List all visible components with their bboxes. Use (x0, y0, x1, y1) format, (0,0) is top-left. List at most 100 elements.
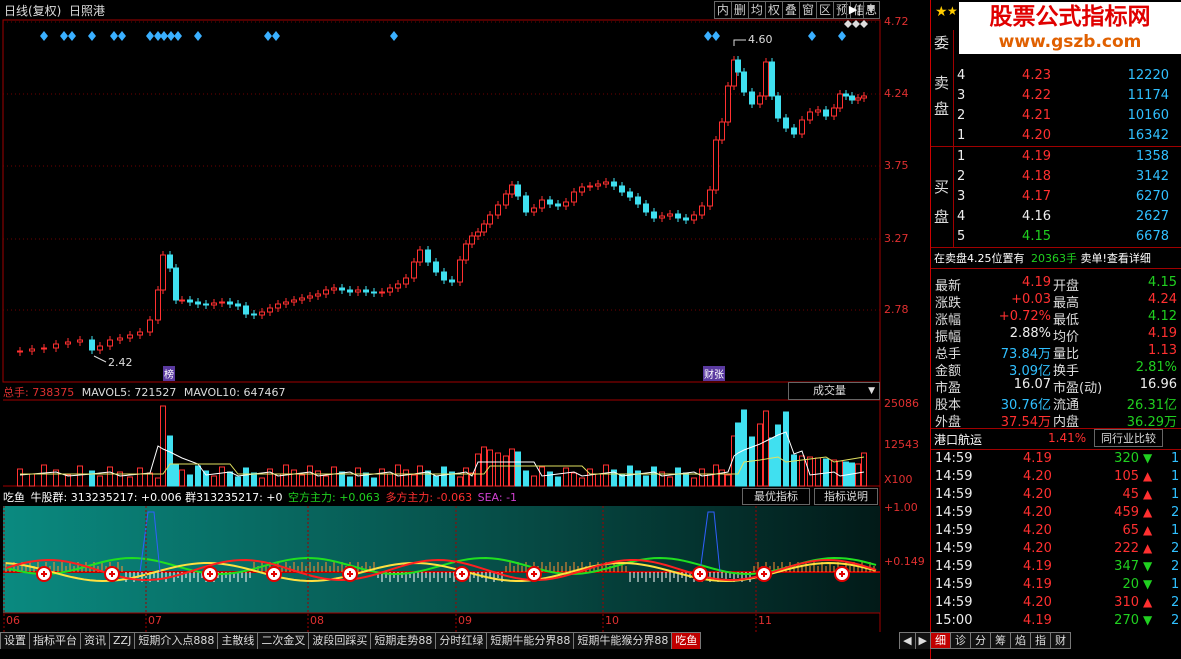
signal-diamond (838, 31, 846, 41)
tab-quote-detail[interactable]: 细 (930, 632, 951, 649)
stat-row: 市盈 16.07 市盈(动) 16.96 (931, 377, 1181, 396)
toolbar-button[interactable]: 窗 (798, 1, 817, 19)
sidebar-toggle-icon[interactable]: ▶| (846, 1, 864, 19)
industry-compare-button[interactable]: 同行业比较 (1094, 429, 1163, 447)
stat-value: 4.12 (1148, 309, 1177, 324)
tab-indicator[interactable]: 吃鱼 (671, 632, 702, 649)
toolbar-button[interactable]: 叠 (781, 1, 800, 19)
volume-bar (195, 465, 201, 487)
indicator-help-button[interactable]: 指标说明 (814, 488, 878, 505)
star-icon[interactable]: ★ (935, 4, 948, 20)
candle-body (849, 95, 855, 101)
candle-body (487, 214, 493, 225)
scroll-right-icon[interactable]: ▶ (914, 632, 931, 649)
candle-body (167, 254, 173, 269)
tab-quote-detail[interactable]: 焰 (1010, 632, 1031, 649)
volume-bar (547, 471, 553, 487)
tab-indicator[interactable]: 设置 (0, 632, 30, 649)
tab-quote-detail[interactable]: 诊 (950, 632, 971, 649)
tab-quote-detail[interactable]: 财 (1050, 632, 1071, 649)
volume-dropdown[interactable]: 成交量 ▼ (788, 382, 880, 400)
toolbar-button[interactable]: 均 (747, 1, 766, 19)
tab-quote-detail[interactable]: 分 (970, 632, 991, 649)
month-label: 09 (458, 614, 472, 627)
big-order-notice[interactable]: 在卖盘4.25位置有 20363手 卖单!查看详细 (934, 250, 1151, 266)
tick-time: 14:59 (935, 505, 973, 520)
candle-body (463, 243, 469, 261)
tab-indicator[interactable]: ZZJ (109, 632, 136, 649)
event-marker[interactable]: 榜 (163, 366, 175, 381)
event-marker[interactable]: 财张 (703, 366, 725, 381)
orderbook-row[interactable]: 2 4.18 3142 (931, 169, 1181, 186)
tick-row: 14:59 4.20 45 ▲ 1 (931, 487, 1181, 504)
tab-indicator[interactable]: 资讯 (80, 632, 110, 649)
orderbook-row[interactable]: 5 4.15 6678 (931, 229, 1181, 246)
industry-name[interactable]: 港口航运 (934, 433, 982, 447)
order-volume: 2627 (1135, 209, 1169, 224)
tab-quote-detail[interactable]: 指 (1030, 632, 1051, 649)
indicator-value: 群313235217: +0 (185, 491, 283, 504)
tab-indicator[interactable]: 分时红绿 (435, 632, 488, 649)
level-number: 1 (957, 149, 966, 164)
tick-volume: 310 (1114, 595, 1139, 610)
orderbook-row[interactable]: 3 4.17 6270 (931, 189, 1181, 206)
candle-body (713, 139, 719, 191)
orderbook-row[interactable]: 2 4.21 10160 (931, 108, 1181, 125)
tab-indicator[interactable]: 短期走势88 (370, 632, 437, 649)
volume-dropdown-label: 成交量 (813, 384, 846, 397)
orderbook-row[interactable]: 1 4.20 16342 (931, 128, 1181, 145)
month-label: 07 (148, 614, 162, 627)
candle-body (579, 186, 585, 193)
toolbar-button[interactable]: 内 (713, 1, 732, 19)
tick-row: 15:00 4.19 270 ▼ 2 (931, 613, 1181, 630)
candle-body (425, 249, 431, 263)
volume-bar (635, 470, 641, 487)
kline-chart-area[interactable]: 日线(复权) 日照港 内删均权叠窗区预信息 ▶| ▼ 4.72 4.24 3.75 3… (0, 0, 930, 632)
tick-time: 15:00 (935, 613, 973, 628)
tab-indicator[interactable]: 短期牛能分界88 (486, 632, 575, 649)
tab-indicator[interactable]: 波段回踩买 (308, 632, 372, 649)
signal-diamond (160, 31, 168, 41)
chart-canvas[interactable] (0, 0, 930, 632)
toolbar-button[interactable]: 区 (815, 1, 834, 19)
tab-indicator[interactable]: 短期牛能猴分界88 (573, 632, 673, 649)
signal-diamond (68, 31, 76, 41)
indicator-name[interactable]: 吃鱼 (3, 491, 25, 504)
orderbook-row[interactable]: 1 4.19 1358 (931, 149, 1181, 166)
tick-volume: 459 (1114, 505, 1139, 520)
chevron-down-icon[interactable]: ▼ (864, 1, 878, 19)
toolbar-button[interactable]: 删 (730, 1, 749, 19)
volume-bar (603, 464, 609, 487)
scroll-left-icon[interactable]: ◀ (899, 632, 916, 649)
tab-quote-detail[interactable]: 筹 (990, 632, 1011, 649)
candle-body (283, 301, 289, 305)
tick-count: 1 (1171, 487, 1180, 502)
high-price-label: 4.60 (748, 33, 773, 46)
month-label: 10 (605, 614, 619, 627)
tab-indicator[interactable]: 短期介入点888 (134, 632, 219, 649)
indicator-axis-label: +1.00 (884, 501, 918, 514)
candle-body (387, 287, 393, 293)
period-label[interactable]: 日线(复权) 日照港 (4, 2, 105, 19)
level-number: 1 (957, 128, 966, 143)
tick-row: 14:59 4.20 459 ▲ 2 (931, 505, 1181, 522)
tab-indicator[interactable]: 主散线 (217, 632, 259, 649)
volume-bar (187, 474, 193, 487)
toolbar-button[interactable]: 权 (764, 1, 783, 19)
orderbook-row[interactable]: 4 4.23 12220 (931, 68, 1181, 85)
candle-body (725, 85, 731, 123)
tick-volume: 222 (1114, 541, 1139, 556)
volume-bar (843, 461, 849, 487)
orderbook-row[interactable]: 3 4.22 11174 (931, 88, 1181, 105)
tab-indicator[interactable]: 指标平台 (29, 632, 81, 649)
stat-value: +0.72% (998, 309, 1051, 324)
candle-body (635, 196, 641, 205)
notice-link[interactable]: 卖单!查看详细 (1081, 252, 1151, 265)
tick-volume: 105 (1114, 469, 1139, 484)
candle-body (791, 127, 797, 135)
orderbook-row[interactable]: 4 4.16 2627 (931, 209, 1181, 226)
best-indicator-button[interactable]: 最优指标 (742, 488, 810, 505)
volume-bar (475, 453, 481, 487)
candle-body (563, 201, 569, 207)
tab-indicator[interactable]: 二次金叉 (257, 632, 310, 649)
